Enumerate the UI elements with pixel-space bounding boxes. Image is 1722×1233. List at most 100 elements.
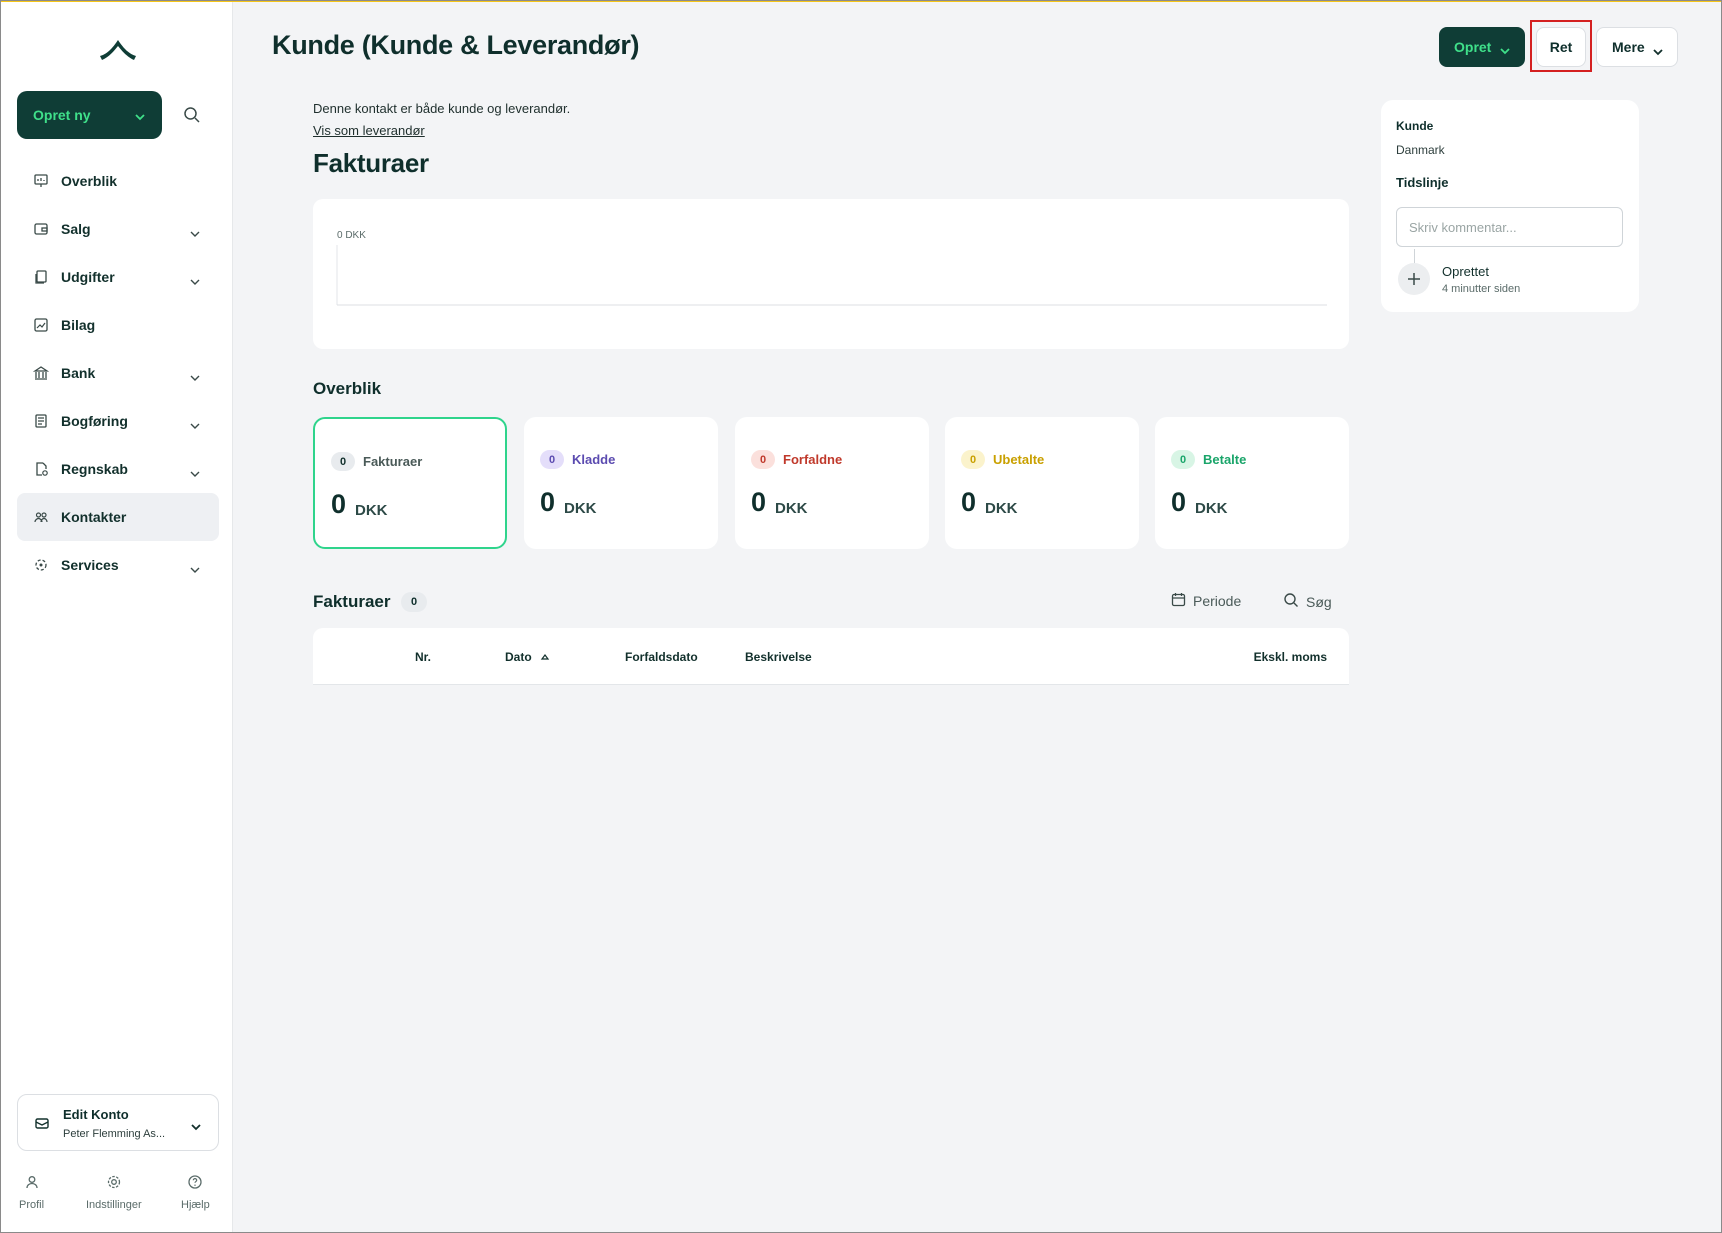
sidebar-item-salg[interactable]: Salg <box>17 205 219 253</box>
create-new-label: Opret ny <box>33 107 91 123</box>
chevron-down-icon <box>1652 43 1664 59</box>
stat-label: Forfaldne <box>783 452 843 467</box>
column-ekskl-moms[interactable]: Ekskl. moms <box>1254 650 1327 664</box>
sidebar-item-label: Kontakter <box>61 509 127 525</box>
contacts-icon <box>33 509 49 525</box>
chevron-down-icon <box>189 417 201 433</box>
period-filter-button[interactable]: Periode <box>1171 592 1241 610</box>
contact-side-panel: Kunde Danmark Tidslinje Skriv kommentar.… <box>1381 100 1639 312</box>
stat-amount: 0 <box>331 489 347 519</box>
logo-icon[interactable] <box>98 38 138 62</box>
image-receipt-icon <box>33 317 49 333</box>
stat-card-ubetalte[interactable]: 0 Ubetalte 0 DKK <box>945 417 1139 549</box>
top-accent-line <box>0 0 1722 2</box>
sidebar-item-label: Bilag <box>61 317 96 333</box>
stat-card-betalte[interactable]: 0 Betalte 0 DKK <box>1155 417 1349 549</box>
stat-card-kladde[interactable]: 0 Kladde 0 DKK <box>524 417 718 549</box>
comment-input[interactable]: Skriv kommentar... <box>1396 207 1623 247</box>
chart-svg: 0 DKK <box>336 230 1327 306</box>
create-new-button[interactable]: Opret ny <box>17 91 162 139</box>
user-icon <box>19 1174 44 1190</box>
view-as-supplier-link[interactable]: Vis som leverandør <box>313 123 425 138</box>
stat-currency: DKK <box>985 500 1018 517</box>
bank-icon <box>32 365 50 381</box>
contact-info-text: Denne kontakt er både kunde og leverandø… <box>313 101 571 116</box>
settings-button[interactable]: Indstillinger <box>86 1174 142 1211</box>
stat-currency: DKK <box>355 502 388 519</box>
stat-amount: 0 <box>540 487 556 517</box>
stat-count-badge: 0 <box>751 450 775 469</box>
sidebar-item-services[interactable]: Services <box>17 541 219 589</box>
search-icon[interactable] <box>183 106 201 124</box>
column-dato[interactable]: Dato <box>505 650 550 664</box>
bottom-nav: Profil Indstillinger Hjælp <box>1 1174 233 1224</box>
search-button[interactable]: Søg <box>1283 592 1332 611</box>
timeline-event-time: 4 minutter siden <box>1442 283 1521 295</box>
sort-ascending-icon <box>540 650 550 664</box>
chevron-down-icon <box>189 465 201 481</box>
help-label: Hjælp <box>181 1199 210 1211</box>
gear-icon <box>86 1174 142 1190</box>
sidebar: Opret ny Overblik Salg Udgifter Bilag Ba… <box>1 2 233 1232</box>
search-icon <box>1283 592 1306 611</box>
profile-label: Profil <box>19 1199 45 1211</box>
sidebar-item-label: Bank <box>61 365 96 381</box>
sidebar-item-kontakter[interactable]: Kontakter <box>17 493 219 541</box>
comment-placeholder: Skriv kommentar... <box>1409 219 1517 235</box>
search-label: Søg <box>1306 593 1332 610</box>
more-button[interactable]: Mere <box>1596 27 1678 67</box>
invoice-table-header: Nr. Dato Forfaldsdato Beskrivelse Ekskl.… <box>313 628 1349 685</box>
report-icon <box>33 461 49 477</box>
sidebar-item-regnskab[interactable]: Regnskab <box>17 445 219 493</box>
invoices-title: Fakturaer <box>313 592 391 611</box>
sidebar-item-bilag[interactable]: Bilag <box>17 301 219 349</box>
page-title: Kunde (Kunde & Leverandør) <box>272 30 640 60</box>
chevron-down-icon <box>189 273 201 289</box>
stat-currency: DKK <box>775 500 808 517</box>
create-label: Opret <box>1454 39 1492 55</box>
stat-currency: DKK <box>1195 500 1228 517</box>
ledger-icon <box>33 413 49 429</box>
stat-label: Ubetalte <box>993 452 1045 467</box>
stat-count-badge: 0 <box>1171 450 1195 469</box>
calendar-icon <box>1171 592 1193 610</box>
account-switcher[interactable]: Edit Konto Peter Flemming As... <box>17 1094 219 1151</box>
chevron-down-icon <box>189 225 201 241</box>
help-button[interactable]: Hjælp <box>181 1174 210 1211</box>
section-title: Fakturaer <box>313 148 429 178</box>
sidebar-item-label: Services <box>61 557 119 573</box>
timeline-event-title: Oprettet <box>1442 264 1489 279</box>
account-name: Edit Konto <box>63 1107 129 1122</box>
create-button[interactable]: Opret <box>1439 27 1525 67</box>
stat-currency: DKK <box>564 500 597 517</box>
stat-count-badge: 0 <box>961 450 985 469</box>
contact-type-label: Kunde <box>1396 119 1434 133</box>
column-dato-label: Dato <box>505 650 532 664</box>
invoices-count-badge: 0 <box>401 592 427 612</box>
stat-label: Fakturaer <box>363 454 423 469</box>
more-label: Mere <box>1612 39 1645 55</box>
account-owner: Peter Flemming As... <box>63 1128 166 1140</box>
stat-card-fakturaer[interactable]: 0 Fakturaer 0 DKK <box>313 417 507 549</box>
dashboard-icon <box>33 173 49 189</box>
column-forfaldsdato[interactable]: Forfaldsdato <box>625 650 698 664</box>
sidebar-item-label: Regnskab <box>61 461 128 477</box>
stat-label: Kladde <box>572 452 616 467</box>
plus-icon <box>1398 263 1430 295</box>
stat-amount: 0 <box>961 487 977 517</box>
stat-card-forfaldne[interactable]: 0 Forfaldne 0 DKK <box>735 417 929 549</box>
column-beskrivelse[interactable]: Beskrivelse <box>745 650 812 664</box>
sidebar-item-udgifter[interactable]: Udgifter <box>17 253 219 301</box>
sidebar-item-label: Bogføring <box>61 413 128 429</box>
profile-button[interactable]: Profil <box>19 1174 44 1211</box>
sidebar-item-label: Udgifter <box>61 269 115 285</box>
column-nr[interactable]: Nr. <box>415 650 431 664</box>
sidebar-item-overblik[interactable]: Overblik <box>17 157 219 205</box>
sidebar-item-bogforing[interactable]: Bogføring <box>17 397 219 445</box>
edit-button[interactable]: Ret <box>1536 27 1586 67</box>
chevron-down-icon <box>134 108 146 124</box>
sidebar-item-bank[interactable]: Bank <box>17 349 219 397</box>
documents-icon <box>33 269 49 285</box>
stat-label: Betalte <box>1203 452 1247 467</box>
chevron-down-icon <box>189 561 201 577</box>
